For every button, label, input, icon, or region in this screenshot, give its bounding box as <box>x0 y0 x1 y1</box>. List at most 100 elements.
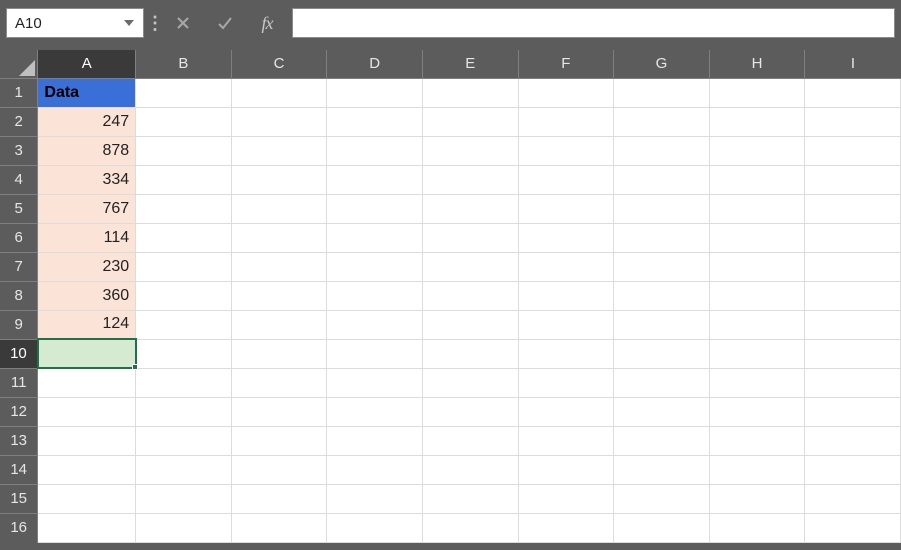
cell-B5[interactable] <box>136 194 232 223</box>
cell-G4[interactable] <box>614 165 710 194</box>
cell-D12[interactable] <box>327 397 423 426</box>
cell-G10[interactable] <box>614 339 710 368</box>
cell-A16[interactable] <box>38 513 136 542</box>
cell-A1[interactable]: Data <box>38 78 136 107</box>
cell-G15[interactable] <box>614 484 710 513</box>
cell-A15[interactable] <box>38 484 136 513</box>
row-header-13[interactable]: 13 <box>0 426 38 455</box>
cell-C5[interactable] <box>231 194 327 223</box>
cell-G14[interactable] <box>614 455 710 484</box>
cell-G11[interactable] <box>614 368 710 397</box>
cell-E11[interactable] <box>422 368 518 397</box>
cell-H5[interactable] <box>709 194 805 223</box>
cell-E1[interactable] <box>422 78 518 107</box>
cell-H15[interactable] <box>709 484 805 513</box>
cell-C13[interactable] <box>231 426 327 455</box>
cell-D9[interactable] <box>327 310 423 339</box>
cell-C1[interactable] <box>231 78 327 107</box>
cell-E10[interactable] <box>422 339 518 368</box>
column-header-A[interactable]: A <box>38 50 136 78</box>
cell-I12[interactable] <box>805 397 901 426</box>
cell-C7[interactable] <box>231 252 327 281</box>
row-header-6[interactable]: 6 <box>0 223 38 252</box>
cell-C12[interactable] <box>231 397 327 426</box>
cell-F15[interactable] <box>518 484 614 513</box>
cell-D10[interactable] <box>327 339 423 368</box>
column-header-F[interactable]: F <box>518 50 614 78</box>
cell-I11[interactable] <box>805 368 901 397</box>
cell-B4[interactable] <box>136 165 232 194</box>
cell-H2[interactable] <box>709 107 805 136</box>
cell-C16[interactable] <box>231 513 327 542</box>
cell-A14[interactable] <box>38 455 136 484</box>
cell-D1[interactable] <box>327 78 423 107</box>
cell-C2[interactable] <box>231 107 327 136</box>
cell-C11[interactable] <box>231 368 327 397</box>
cell-B2[interactable] <box>136 107 232 136</box>
row-header-14[interactable]: 14 <box>0 455 38 484</box>
cell-A13[interactable] <box>38 426 136 455</box>
cell-G1[interactable] <box>614 78 710 107</box>
cell-B9[interactable] <box>136 310 232 339</box>
cell-H9[interactable] <box>709 310 805 339</box>
cell-D15[interactable] <box>327 484 423 513</box>
cell-D5[interactable] <box>327 194 423 223</box>
cell-A12[interactable] <box>38 397 136 426</box>
row-header-2[interactable]: 2 <box>0 107 38 136</box>
cell-B16[interactable] <box>136 513 232 542</box>
cell-I13[interactable] <box>805 426 901 455</box>
cell-D14[interactable] <box>327 455 423 484</box>
cell-A8[interactable]: 360 <box>38 281 136 310</box>
insert-function-button[interactable]: fx <box>250 8 284 38</box>
cell-F3[interactable] <box>518 136 614 165</box>
column-header-H[interactable]: H <box>709 50 805 78</box>
cell-A11[interactable] <box>38 368 136 397</box>
spreadsheet-grid[interactable]: ABCDEFGHI 1Data2247387843345767611472308… <box>0 50 901 543</box>
column-header-C[interactable]: C <box>231 50 327 78</box>
cell-H13[interactable] <box>709 426 805 455</box>
cell-H7[interactable] <box>709 252 805 281</box>
cell-I1[interactable] <box>805 78 901 107</box>
cell-B14[interactable] <box>136 455 232 484</box>
cell-G12[interactable] <box>614 397 710 426</box>
cell-E3[interactable] <box>422 136 518 165</box>
cell-A7[interactable]: 230 <box>38 252 136 281</box>
cell-G13[interactable] <box>614 426 710 455</box>
cell-D7[interactable] <box>327 252 423 281</box>
cell-D11[interactable] <box>327 368 423 397</box>
cell-I16[interactable] <box>805 513 901 542</box>
select-all-corner[interactable] <box>0 50 38 78</box>
cell-B10[interactable] <box>136 339 232 368</box>
cell-H14[interactable] <box>709 455 805 484</box>
cell-A3[interactable]: 878 <box>38 136 136 165</box>
cell-B6[interactable] <box>136 223 232 252</box>
cell-I8[interactable] <box>805 281 901 310</box>
row-header-11[interactable]: 11 <box>0 368 38 397</box>
cell-C4[interactable] <box>231 165 327 194</box>
name-box-dropdown-icon[interactable] <box>121 15 137 31</box>
cell-E2[interactable] <box>422 107 518 136</box>
cell-F1[interactable] <box>518 78 614 107</box>
cell-D8[interactable] <box>327 281 423 310</box>
cell-D6[interactable] <box>327 223 423 252</box>
cell-I15[interactable] <box>805 484 901 513</box>
cell-F10[interactable] <box>518 339 614 368</box>
row-header-3[interactable]: 3 <box>0 136 38 165</box>
cell-E8[interactable] <box>422 281 518 310</box>
cell-A10[interactable] <box>38 339 136 368</box>
cell-H3[interactable] <box>709 136 805 165</box>
cell-F9[interactable] <box>518 310 614 339</box>
cell-I5[interactable] <box>805 194 901 223</box>
cell-H12[interactable] <box>709 397 805 426</box>
cell-E7[interactable] <box>422 252 518 281</box>
cell-G2[interactable] <box>614 107 710 136</box>
cell-B3[interactable] <box>136 136 232 165</box>
cell-E9[interactable] <box>422 310 518 339</box>
cell-I14[interactable] <box>805 455 901 484</box>
row-header-1[interactable]: 1 <box>0 78 38 107</box>
cell-F5[interactable] <box>518 194 614 223</box>
cell-C9[interactable] <box>231 310 327 339</box>
column-header-D[interactable]: D <box>327 50 423 78</box>
cell-F2[interactable] <box>518 107 614 136</box>
cell-G16[interactable] <box>614 513 710 542</box>
